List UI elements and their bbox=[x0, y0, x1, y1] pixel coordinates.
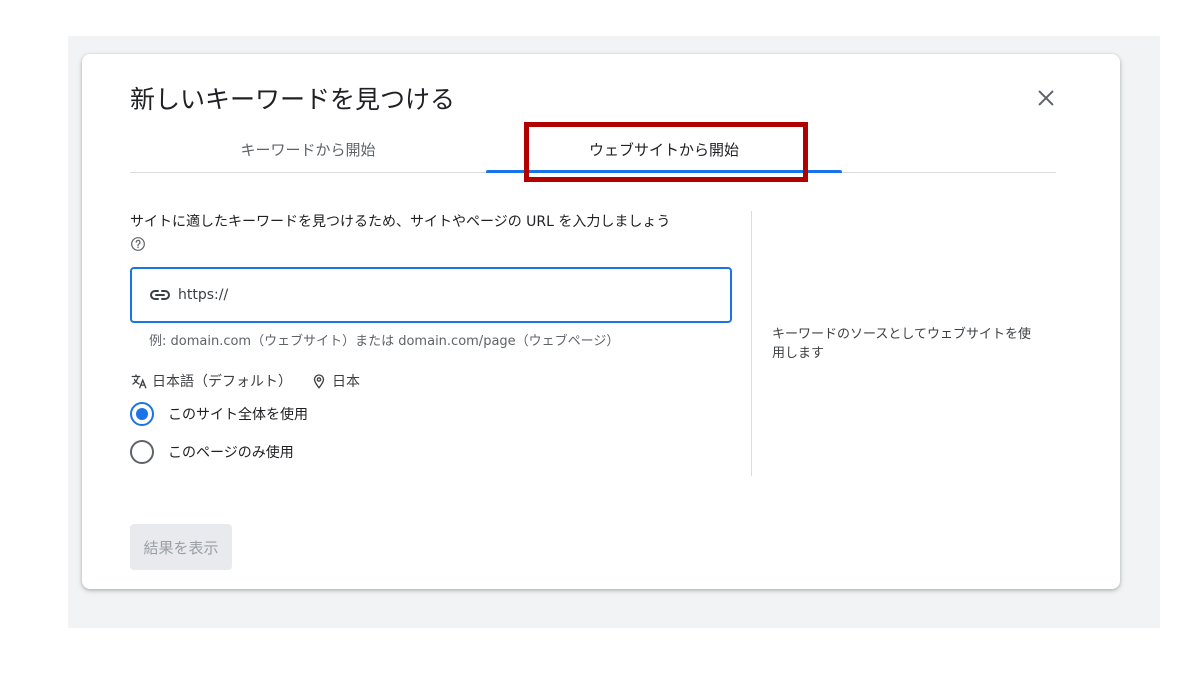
active-tab-indicator bbox=[486, 170, 842, 173]
location-label: 日本 bbox=[332, 374, 360, 390]
keyword-discovery-dialog: 新しいキーワードを見つける キーワードから開始 ウェブサイトから開始 サイトに適… bbox=[82, 54, 1120, 589]
url-field-container[interactable] bbox=[130, 267, 732, 323]
radio-label: このサイト全体を使用 bbox=[168, 407, 308, 423]
tab-start-from-keywords[interactable]: キーワードから開始 bbox=[130, 126, 486, 172]
targeting-settings: 日本語（デフォルト） 日本 bbox=[130, 370, 360, 392]
radio-label: このページのみ使用 bbox=[168, 445, 294, 461]
show-results-button[interactable]: 結果を表示 bbox=[130, 524, 232, 570]
start-mode-tabs: キーワードから開始 ウェブサイトから開始 bbox=[130, 126, 1056, 173]
url-example-hint: 例: domain.com（ウェブサイト）または domain.com/page… bbox=[149, 334, 620, 349]
language-label[interactable]: 日本語（デフォルト） bbox=[152, 371, 292, 391]
location-setting[interactable]: 日本 bbox=[310, 371, 360, 391]
translate-icon[interactable] bbox=[130, 372, 148, 390]
tab-label: キーワードから開始 bbox=[240, 140, 376, 159]
side-note-text: キーワードのソースとしてウェブサイトを使用します bbox=[772, 327, 1031, 361]
location-pin-icon bbox=[313, 374, 325, 389]
help-icon[interactable] bbox=[130, 236, 146, 252]
radio-button-checked[interactable] bbox=[130, 402, 154, 426]
radio-button-unchecked[interactable] bbox=[130, 440, 154, 464]
vertical-divider bbox=[751, 211, 752, 476]
close-button[interactable] bbox=[1030, 82, 1062, 114]
dialog-title: 新しいキーワードを見つける bbox=[130, 85, 456, 114]
tab-label: ウェブサイトから開始 bbox=[588, 140, 739, 159]
link-icon bbox=[150, 290, 170, 300]
url-prompt-text: サイトに適したキーワードを見つけるため、サイトやページの URL を入力しましょ… bbox=[130, 214, 671, 230]
radio-option-entire-site[interactable]: このサイト全体を使用 bbox=[130, 400, 308, 428]
radio-option-this-page-only[interactable]: このページのみ使用 bbox=[130, 438, 294, 466]
tab-start-from-website[interactable]: ウェブサイトから開始 bbox=[486, 126, 842, 172]
close-icon bbox=[1038, 90, 1054, 106]
url-input[interactable] bbox=[178, 287, 698, 303]
